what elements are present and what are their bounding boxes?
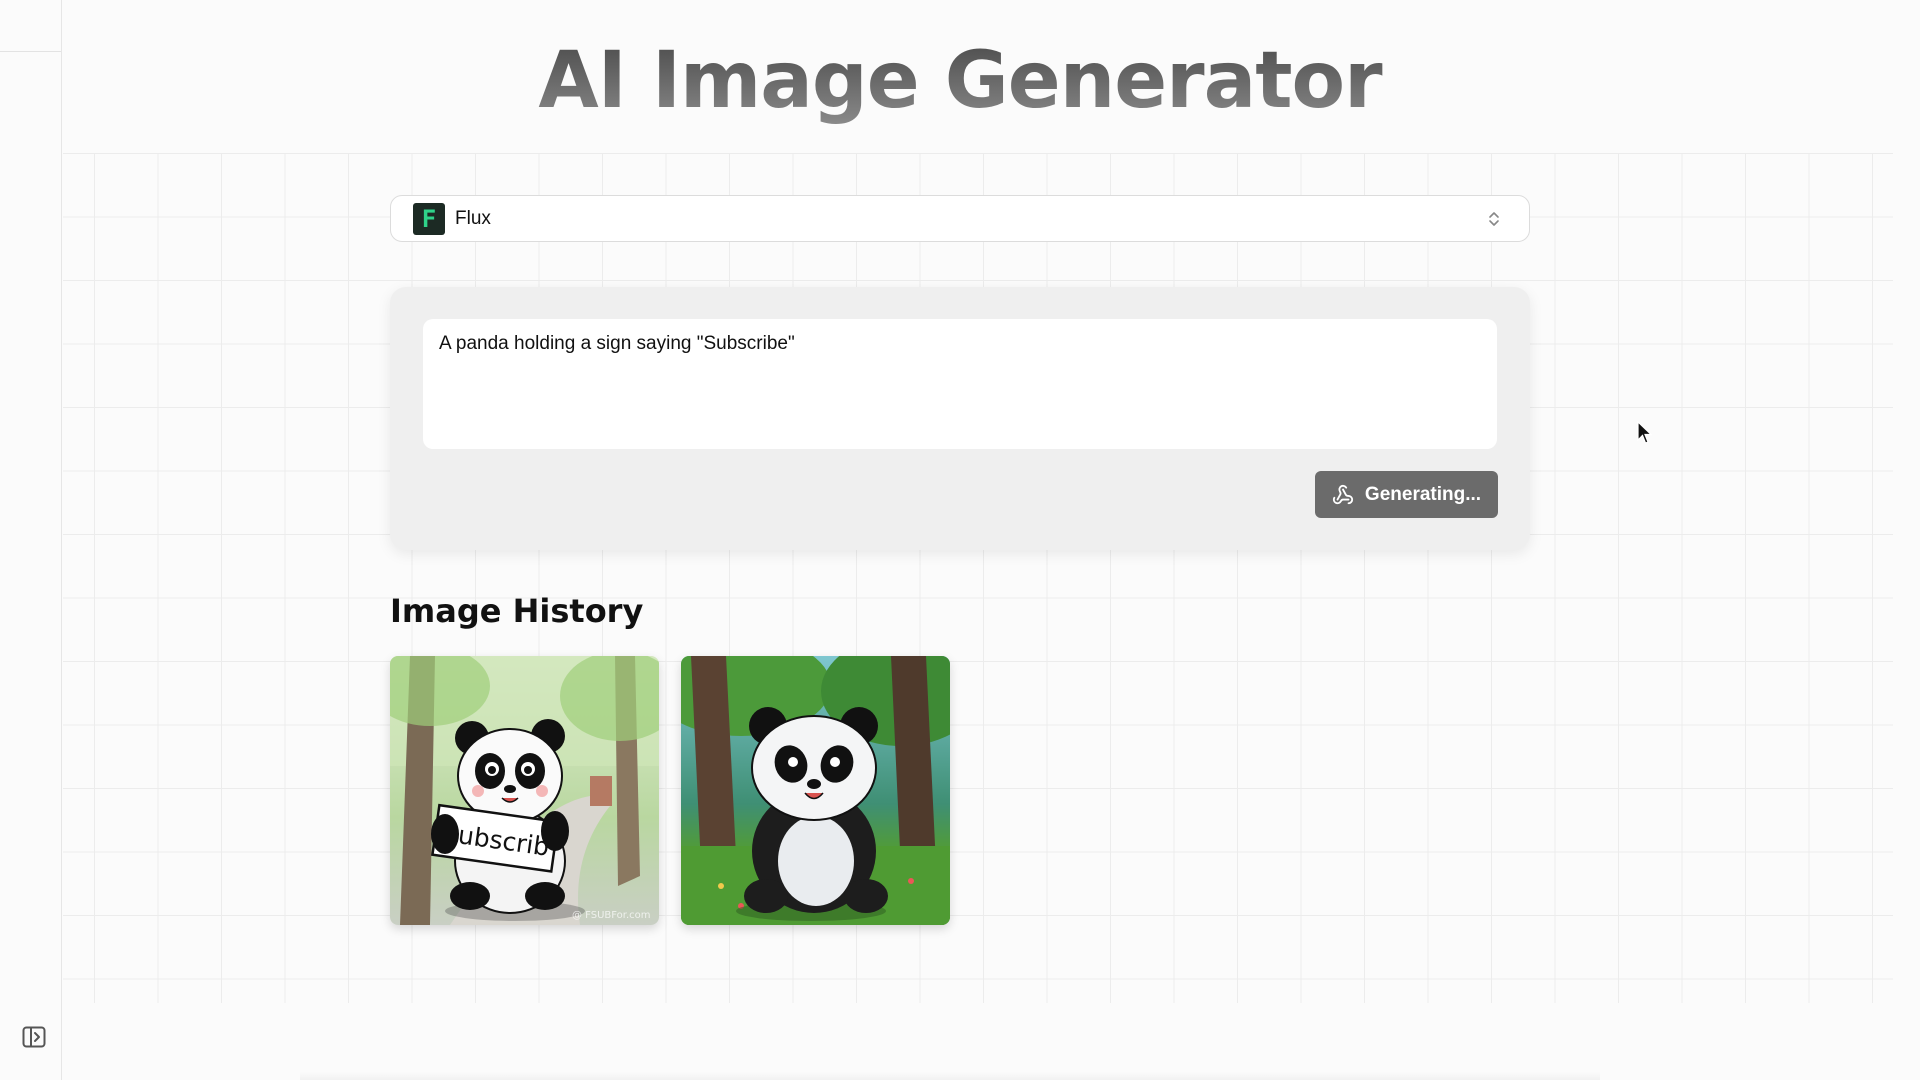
prompt-input[interactable]: A panda holding a sign saying "Subscribe… [423, 319, 1497, 449]
mouse-cursor-icon [1637, 421, 1653, 444]
webhook-icon [1332, 484, 1353, 504]
history-image-2[interactable] [681, 656, 950, 925]
model-select[interactable]: F Flux [390, 195, 1530, 242]
model-select-value: Flux [455, 207, 491, 229]
sidebar [0, 0, 62, 1080]
grid-background [63, 153, 1893, 1003]
history-image-1[interactable]: Subscrib @ FSUBFor.com [390, 656, 659, 925]
panda-forest-image [681, 656, 950, 925]
history-title: Image History [390, 592, 644, 630]
chevron-updown-icon [1489, 212, 1499, 226]
sidebar-toggle-icon[interactable] [22, 1026, 46, 1048]
generate-button-label: Generating... [1364, 483, 1482, 505]
generate-button[interactable]: Generating... [1315, 471, 1498, 518]
flux-logo-icon: F [413, 202, 445, 235]
page-title: AI Image Generator [0, 36, 1920, 126]
prompt-card: A panda holding a sign saying "Subscribe… [390, 287, 1530, 550]
bottom-shade [300, 1072, 1600, 1080]
watermark-text: @ FSUBFor.com [572, 910, 651, 921]
panda-sign-image: Subscrib @ FSUBFor.com [390, 656, 659, 925]
